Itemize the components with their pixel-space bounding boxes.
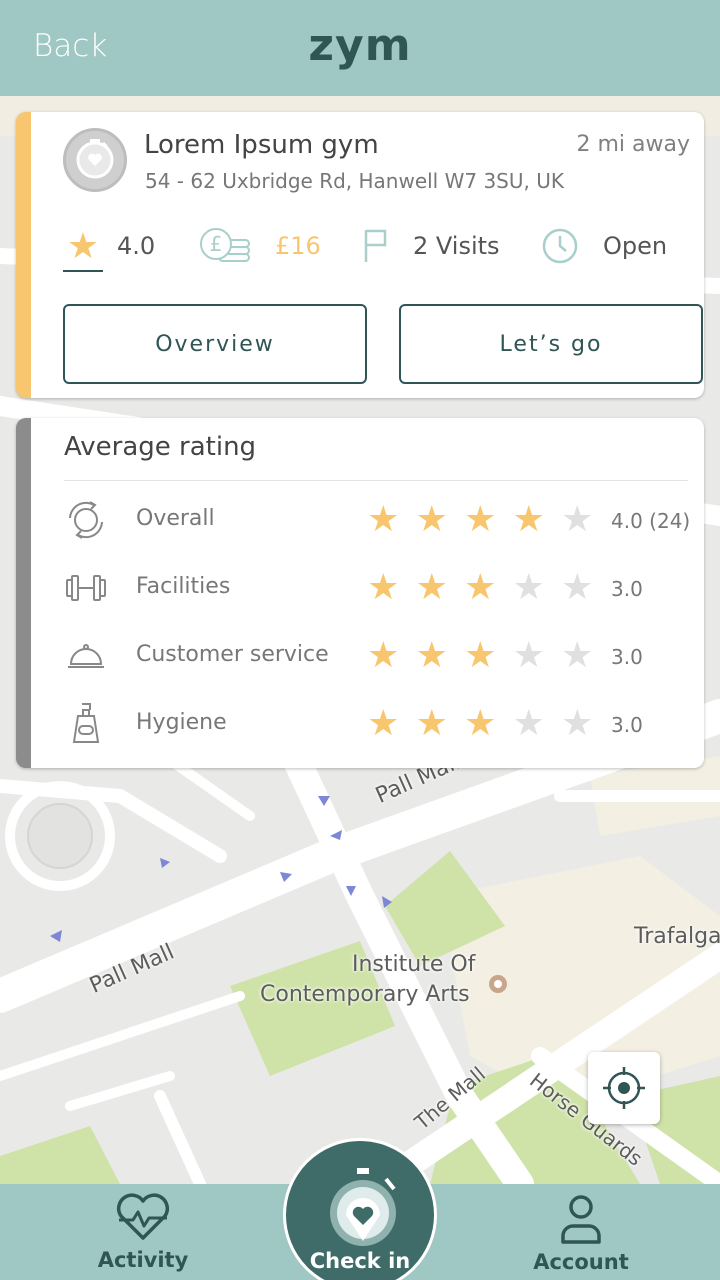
soap-dispenser-icon (64, 700, 108, 748)
gym-distance: 2 mi away (576, 132, 690, 157)
rating-value: 3.0 (611, 577, 643, 601)
map-label-institute: Contemporary Arts (260, 982, 470, 1007)
clock-icon (542, 228, 578, 264)
back-button[interactable]: Back (33, 28, 107, 64)
divider (64, 480, 688, 481)
gym-open-status: Open (603, 232, 668, 260)
refresh-cycle-icon (64, 496, 108, 544)
dumbbell-icon (64, 564, 108, 612)
nav-activity-label: Activity (97, 1248, 189, 1272)
nav-activity[interactable]: Activity (82, 1184, 204, 1280)
star-filled-icon: ★ (415, 635, 448, 676)
gym-rating-value: 4.0 (117, 232, 156, 260)
rating-value: 4.0 (24) (611, 509, 691, 533)
rating-label: Overall (136, 506, 215, 531)
star-filled-icon: ★ (512, 499, 545, 540)
app-logo: zym (308, 20, 412, 71)
star-filled-icon: ★ (464, 499, 497, 540)
star-empty-icon: ★ (512, 703, 545, 744)
gym-card: Lorem Ipsum gym 2 mi away 54 - 62 Uxbrid… (16, 112, 704, 398)
star-rating: ★ ★ ★ ★ ★ (359, 636, 602, 676)
star-filled-icon: ★ (464, 567, 497, 608)
svg-text:£: £ (210, 232, 223, 256)
star-empty-icon: ★ (561, 499, 594, 540)
overview-button[interactable]: Overview (63, 304, 367, 384)
gym-price-stat: £ £16 (199, 222, 321, 270)
gym-avatar (63, 128, 127, 192)
rating-value: 3.0 (611, 713, 643, 737)
star-empty-icon: ★ (561, 703, 594, 744)
crosshair-icon (603, 1067, 645, 1109)
star-filled-icon: ★ (367, 703, 400, 744)
rating-label: Hygiene (136, 710, 227, 735)
rating-row-customer-service: Customer service ★ ★ ★ ★ ★ 3.0 (31, 626, 704, 686)
gym-address: 54 - 62 Uxbridge Rd, Hanwell W7 3SU, UK (145, 169, 564, 193)
rating-title: Average rating (64, 432, 257, 462)
map-label-institute: Institute Of (352, 952, 476, 977)
locate-me-button[interactable] (588, 1052, 660, 1124)
check-in-button[interactable]: Check in (283, 1138, 437, 1280)
gym-name: Lorem Ipsum gym (144, 130, 379, 160)
star-icon: ★ (66, 225, 100, 267)
map-label-trafalgar: Trafalga (634, 924, 720, 949)
nav-account-label: Account (533, 1250, 629, 1274)
rating-row-facilities: Facilities ★ ★ ★ ★ ★ 3.0 (31, 558, 704, 618)
check-in-icon (330, 1168, 396, 1246)
gym-price-value: £16 (275, 232, 321, 260)
average-rating-card: Average rating Overall ★ ★ ★ ★ ★ 4.0 (24) (16, 418, 704, 768)
top-bar: zym Back (0, 0, 720, 96)
rating-label: Customer service (136, 642, 329, 667)
rating-row-overall: Overall ★ ★ ★ ★ ★ 4.0 (24) (31, 490, 704, 550)
star-filled-icon: ★ (415, 567, 448, 608)
star-filled-icon: ★ (464, 703, 497, 744)
heart-pulse-icon (116, 1193, 170, 1240)
service-bell-icon (64, 632, 108, 680)
check-in-label: Check in (309, 1249, 411, 1273)
gym-open-stat: Open (541, 222, 667, 270)
star-empty-icon: ★ (512, 567, 545, 608)
star-empty-icon: ★ (512, 635, 545, 676)
star-filled-icon: ★ (464, 635, 497, 676)
star-rating: ★ ★ ★ ★ ★ (359, 568, 602, 608)
star-empty-icon: ★ (561, 635, 594, 676)
star-filled-icon: ★ (415, 499, 448, 540)
star-filled-icon: ★ (367, 499, 400, 540)
star-filled-icon: ★ (367, 635, 400, 676)
rating-underline (63, 270, 103, 272)
gym-logo-icon (76, 139, 114, 179)
rating-label: Facilities (136, 574, 231, 599)
star-filled-icon: ★ (367, 567, 400, 608)
nav-account[interactable]: Account (520, 1184, 642, 1280)
star-filled-icon: ★ (415, 703, 448, 744)
lets-go-button[interactable]: Let’s go (399, 304, 703, 384)
user-icon (561, 1195, 601, 1244)
star-rating: ★ ★ ★ ★ ★ (359, 704, 602, 744)
rating-row-hygiene: Hygiene ★ ★ ★ ★ ★ 3.0 (31, 694, 704, 754)
gym-rating-stat: ★ 4.0 (63, 222, 156, 272)
pound-coins-icon: £ (200, 228, 250, 262)
gym-visits-stat: 2 Visits (361, 222, 500, 270)
flag-icon (364, 229, 387, 262)
rating-value: 3.0 (611, 645, 643, 669)
star-empty-icon: ★ (561, 567, 594, 608)
gym-visits-value: 2 Visits (413, 232, 500, 260)
star-rating: ★ ★ ★ ★ ★ (359, 500, 602, 540)
